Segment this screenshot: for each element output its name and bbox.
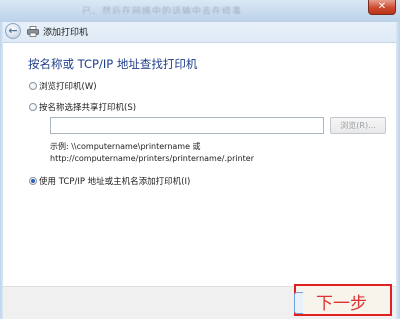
shared-printer-name-input[interactable] <box>50 117 324 134</box>
printer-icon <box>27 26 39 37</box>
example-line-2: http://computername/printers/printername… <box>50 154 255 163</box>
window-glass-top: 已、然后在网络中的话输中去在修事 ✕ <box>0 0 400 22</box>
window-frame-right <box>396 22 400 318</box>
option-label-browse[interactable]: 浏览打印机(W) <box>39 80 97 92</box>
example-text: 示例: \\computername\printername 或 http://… <box>50 141 254 165</box>
close-icon: ✕ <box>377 1 387 12</box>
next-button-label: 下一步 <box>316 294 367 314</box>
radio-browse-printer[interactable] <box>29 82 37 90</box>
next-button[interactable]: 下一步 <box>294 284 392 316</box>
radio-tcpip[interactable] <box>29 177 37 185</box>
example-line-1: 示例: \\computername\printername 或 <box>50 142 201 151</box>
title-bar: ← 添加打印机 <box>3 22 396 43</box>
back-arrow-icon: ← <box>8 24 18 37</box>
option-label-shared[interactable]: 按名称选择共享打印机(S) <box>39 101 136 113</box>
next-button-edge <box>294 292 303 314</box>
background-window-text: 已、然后在网络中的话输中去在修事 <box>82 7 243 14</box>
window-title: 添加打印机 <box>43 28 89 38</box>
browse-button[interactable]: 浏览(R)... <box>330 117 386 134</box>
radio-select-shared[interactable] <box>29 103 37 111</box>
page-heading: 按名称或 TCP/IP 地址查找打印机 <box>28 57 198 71</box>
option-label-tcpip[interactable]: 使用 TCP/IP 地址或主机名添加打印机(I) <box>39 175 190 187</box>
close-button[interactable]: ✕ <box>368 0 396 15</box>
back-button[interactable]: ← <box>5 23 21 39</box>
